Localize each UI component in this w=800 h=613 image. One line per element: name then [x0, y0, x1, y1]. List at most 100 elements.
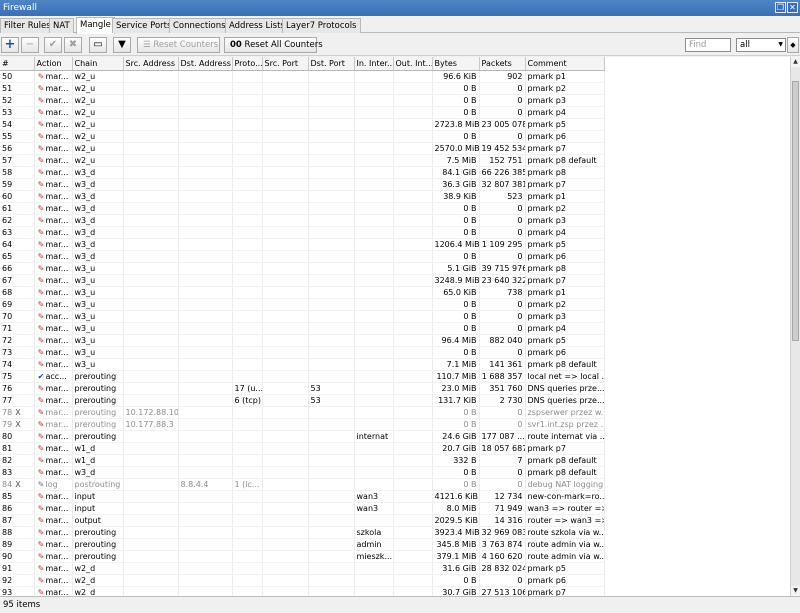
disable-icon[interactable]: ✖	[64, 37, 82, 53]
table-row[interactable]: 86 ✎mar... input wan3 8.0 MiB 71 949 wan3 => r…	[0, 502, 605, 515]
table-row[interactable]: 79 X ✎mar... prerouting 10.177.88.3 0 B 0 svr1.…	[0, 418, 605, 431]
cell-bytes: 0 B	[432, 250, 480, 263]
table-row[interactable]: 76 ✎mar... prerouting 17 (u... 53 23.0 MiB 351…	[0, 382, 605, 395]
column-header-comment[interactable]: Comment	[525, 57, 605, 71]
cell-number: 83	[0, 466, 35, 479]
scroll-down-icon[interactable]: ▼	[791, 586, 800, 596]
table-row[interactable]: 88 ✎mar... prerouting szkola 3923.4 MiB 32 96…	[0, 526, 605, 539]
column-header-in[interactable]: In. Inter...	[354, 57, 394, 71]
table-row[interactable]: 59 ✎mar... w3_d 36.3 GiB 32 807 381 pmark p7	[0, 178, 605, 191]
table-row[interactable]: 50 ✎mar... w2_u 96.6 KiB 902 pmark p1	[0, 70, 605, 83]
add-icon[interactable]: +	[1, 37, 19, 53]
cell-proto	[232, 226, 263, 239]
cell-comment: route admin via w...	[525, 538, 605, 551]
tab-layer7-protocols[interactable]: Layer7 Protocols	[282, 18, 361, 33]
cell-chain: w3_u	[72, 346, 124, 359]
table-row[interactable]: 77 ✎mar... prerouting 6 (tcp) 53 131.7 KiB 2 7…	[0, 394, 605, 407]
column-header-bytes[interactable]: Bytes	[432, 57, 480, 71]
table-row[interactable]: 65 ✎mar... w3_d 0 B 0 pmark p6	[0, 250, 605, 263]
tab-filter-rules[interactable]: Filter Rules	[0, 18, 55, 33]
scroll-thumb[interactable]	[792, 81, 799, 341]
table-row[interactable]: 56 ✎mar... w2_u 2570.0 MiB 19 452 534 pmark p…	[0, 142, 605, 155]
table-row[interactable]: 92 ✎mar... w2_d 0 B 0 pmark p6	[0, 574, 605, 587]
cell-proto	[232, 514, 263, 527]
tab-mangle[interactable]: Mangle	[76, 17, 115, 34]
remove-icon[interactable]: −	[21, 37, 39, 53]
cell-packets: 0	[479, 106, 526, 119]
column-header-dport[interactable]: Dst. Port	[308, 57, 355, 71]
table-row[interactable]: 66 ✎mar... w3_u 5.1 GiB 39 715 976 pmark p8	[0, 262, 605, 275]
table-row[interactable]: 82 ✎mar... w1_d 332 B 7 pmark p8 default	[0, 454, 605, 467]
cell-out	[393, 454, 433, 467]
tab-connections[interactable]: Connections	[169, 18, 230, 33]
table-row[interactable]: 81 ✎mar... w1_d 20.7 GiB 18 057 687 pmark p7	[0, 442, 605, 455]
table-row[interactable]: 69 ✎mar... w3_u 0 B 0 pmark p2	[0, 298, 605, 311]
table-row[interactable]: 58 ✎mar... w3_d 84.1 GiB 66 226 385 pmark p8	[0, 166, 605, 179]
filter-select[interactable]: all ▼	[736, 38, 786, 52]
restore-window-button[interactable]: ❐	[775, 2, 786, 13]
table-row[interactable]: 61 ✎mar... w3_d 0 B 0 pmark p2	[0, 202, 605, 215]
comment-icon[interactable]: ▭	[89, 37, 107, 53]
cell-dst	[178, 166, 233, 179]
table-row[interactable]: 84 X ✎log postrouting 8.8.4.4 1 (ic... 0 B 0 deb…	[0, 478, 605, 491]
cell-chain: w3_u	[72, 310, 124, 323]
column-header-dst[interactable]: Dst. Address	[178, 57, 233, 71]
table-row[interactable]: 63 ✎mar... w3_d 0 B 0 pmark p4	[0, 226, 605, 239]
expand-filter-button[interactable]: ◆	[787, 37, 799, 53]
table-row[interactable]: 89 ✎mar... prerouting admin 345.8 MiB 3 763 8…	[0, 538, 605, 551]
column-header-packets[interactable]: Packets	[479, 57, 526, 71]
cell-dst	[178, 586, 233, 596]
cell-out	[393, 430, 433, 443]
table-row[interactable]: 67 ✎mar... w3_u 3248.9 MiB 23 640 322 pmark p…	[0, 274, 605, 287]
table-row[interactable]: 87 ✎mar... output 2029.5 KiB 14 316 router =>…	[0, 514, 605, 527]
table-row[interactable]: 55 ✎mar... w2_u 0 B 0 pmark p6	[0, 130, 605, 143]
column-header-chain[interactable]: Chain	[72, 57, 124, 71]
enable-icon[interactable]: ✔	[44, 37, 62, 53]
table-row[interactable]: 60 ✎mar... w3_d 38.9 KiB 523 pmark p1	[0, 190, 605, 203]
table-row[interactable]: 74 ✎mar... w3_u 7.1 MiB 141 361 pmark p8 defa…	[0, 358, 605, 371]
table-row[interactable]: 70 ✎mar... w3_u 0 B 0 pmark p3	[0, 310, 605, 323]
cell-comment: pmark p6	[525, 250, 605, 263]
table-row[interactable]: 51 ✎mar... w2_u 0 B 0 pmark p2	[0, 82, 605, 95]
close-window-button[interactable]: ✕	[787, 2, 798, 13]
cell-dport: 53	[308, 394, 355, 407]
table-row[interactable]: 93 ✎mar... w2_d 30.7 GiB 27 513 106 pmark p7	[0, 586, 605, 596]
table-row[interactable]: 73 ✎mar... w3_u 0 B 0 pmark p6	[0, 346, 605, 359]
table-row[interactable]: 78 X ✎mar... prerouting 10.172.88.10 0 B 0 zsps…	[0, 406, 605, 419]
column-header-out[interactable]: Out. Int...	[393, 57, 433, 71]
reset-counters-icon: ☰	[143, 40, 154, 50]
tab-service-ports[interactable]: Service Ports	[112, 18, 176, 33]
table-row[interactable]: 91 ✎mar... w2_d 31.6 GiB 28 832 024 pmark p5	[0, 562, 605, 575]
table-row[interactable]: 83 ✎mar... w3_d 0 B 0 pmark p8 default	[0, 466, 605, 479]
table-row[interactable]: 75 ✔acc... prerouting 110.7 MiB 1 688 357 loc…	[0, 370, 605, 383]
reset-all-counters-button[interactable]: 00 Reset All Counters	[224, 37, 323, 53]
table-row[interactable]: 52 ✎mar... w2_u 0 B 0 pmark p3	[0, 94, 605, 107]
cell-number: 66	[0, 262, 35, 275]
rule-number: 68	[2, 287, 13, 297]
column-header-sport[interactable]: Src. Port	[262, 57, 309, 71]
table-row[interactable]: 90 ✎mar... prerouting mieszk... 379.1 MiB 4 1…	[0, 550, 605, 563]
vertical-scrollbar[interactable]: ▲ ▼	[790, 57, 800, 596]
column-header-n[interactable]: #	[0, 57, 35, 71]
table-row[interactable]: 72 ✎mar... w3_u 96.4 MiB 882 040 pmark p5	[0, 334, 605, 347]
filter-icon[interactable]: ▼	[113, 37, 131, 53]
table-row[interactable]: 71 ✎mar... w3_u 0 B 0 pmark p4	[0, 322, 605, 335]
table-row[interactable]: 53 ✎mar... w2_u 0 B 0 pmark p4	[0, 106, 605, 119]
table-row[interactable]: 54 ✎mar... w2_u 2723.8 MiB 23 005 078 pmark p…	[0, 118, 605, 131]
column-header-src[interactable]: Src. Address	[123, 57, 179, 71]
table-row[interactable]: 57 ✎mar... w2_u 7.5 MiB 152 751 pmark p8 defa…	[0, 154, 605, 167]
find-input[interactable]	[685, 38, 731, 52]
table-row[interactable]: 68 ✎mar... w3_u 65.0 KiB 738 pmark p1	[0, 286, 605, 299]
tab-address-lists[interactable]: Address Lists	[225, 18, 289, 33]
scroll-up-icon[interactable]: ▲	[791, 57, 800, 67]
table-row[interactable]: 80 ✎mar... prerouting internat 24.6 GiB 177 0…	[0, 430, 605, 443]
tab-nat[interactable]: NAT	[49, 18, 74, 33]
table-row[interactable]: 85 ✎mar... input wan3 4121.6 KiB 12 734 new-co…	[0, 490, 605, 503]
reset-counters-button[interactable]: ☰ Reset Counters	[137, 37, 220, 53]
cell-action: ✎mar...	[34, 190, 73, 203]
column-header-action[interactable]: Action	[34, 57, 73, 71]
table-row[interactable]: 62 ✎mar... w3_d 0 B 0 pmark p3	[0, 214, 605, 227]
column-header-proto[interactable]: Proto...	[232, 57, 263, 71]
cell-in	[354, 130, 394, 143]
table-row[interactable]: 64 ✎mar... w3_d 1206.4 MiB 1 109 295 pmark p5	[0, 238, 605, 251]
